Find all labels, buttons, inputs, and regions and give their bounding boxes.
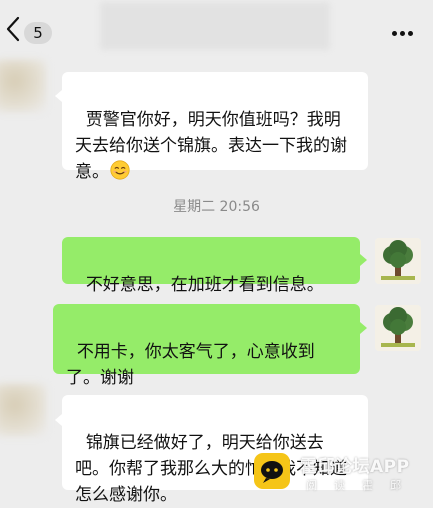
incoming-message-bubble[interactable]: 贾警官你好，明天你值班吗？我明天去给你送个锦旗。表达一下我的谢意。	[62, 72, 368, 182]
watermark-title: 霍邱论坛APP	[300, 457, 410, 477]
outgoing-message-bubble[interactable]: 不好意思，在加班才看到信息。	[62, 237, 360, 295]
message-timestamp: 星期二 20:56	[173, 199, 260, 215]
tree-icon	[375, 305, 421, 351]
bubble-tail	[360, 254, 367, 266]
bubble-tail	[55, 414, 62, 426]
chat-title-blurred	[100, 2, 330, 50]
user-avatar-tree[interactable]	[375, 305, 421, 351]
unread-count-badge[interactable]: 5	[24, 22, 52, 44]
chat-header: 5	[0, 0, 433, 58]
message-text: 不好意思，在加班才看到信息。	[85, 275, 324, 295]
chevron-left-icon[interactable]	[6, 16, 20, 42]
contact-avatar[interactable]	[0, 60, 46, 112]
outgoing-message-bubble[interactable]: 不用卡，你太客气了，心意收到了。谢谢	[53, 304, 360, 388]
tree-icon	[375, 238, 421, 284]
bubble-tail	[360, 322, 367, 334]
watermark-subtitle: 阅读霍邱	[306, 479, 418, 492]
smile-emoji-icon	[110, 160, 130, 180]
contact-avatar[interactable]	[0, 384, 46, 436]
bubble-tail	[55, 90, 62, 102]
user-avatar-tree[interactable]	[375, 238, 421, 284]
forum-logo-icon	[254, 453, 290, 489]
message-text: 不用卡，你太客气了，心意收到了。谢谢	[66, 342, 315, 388]
more-dots-icon[interactable]	[392, 31, 414, 37]
forum-watermark: 霍邱论坛APP 阅读霍邱	[254, 449, 429, 501]
